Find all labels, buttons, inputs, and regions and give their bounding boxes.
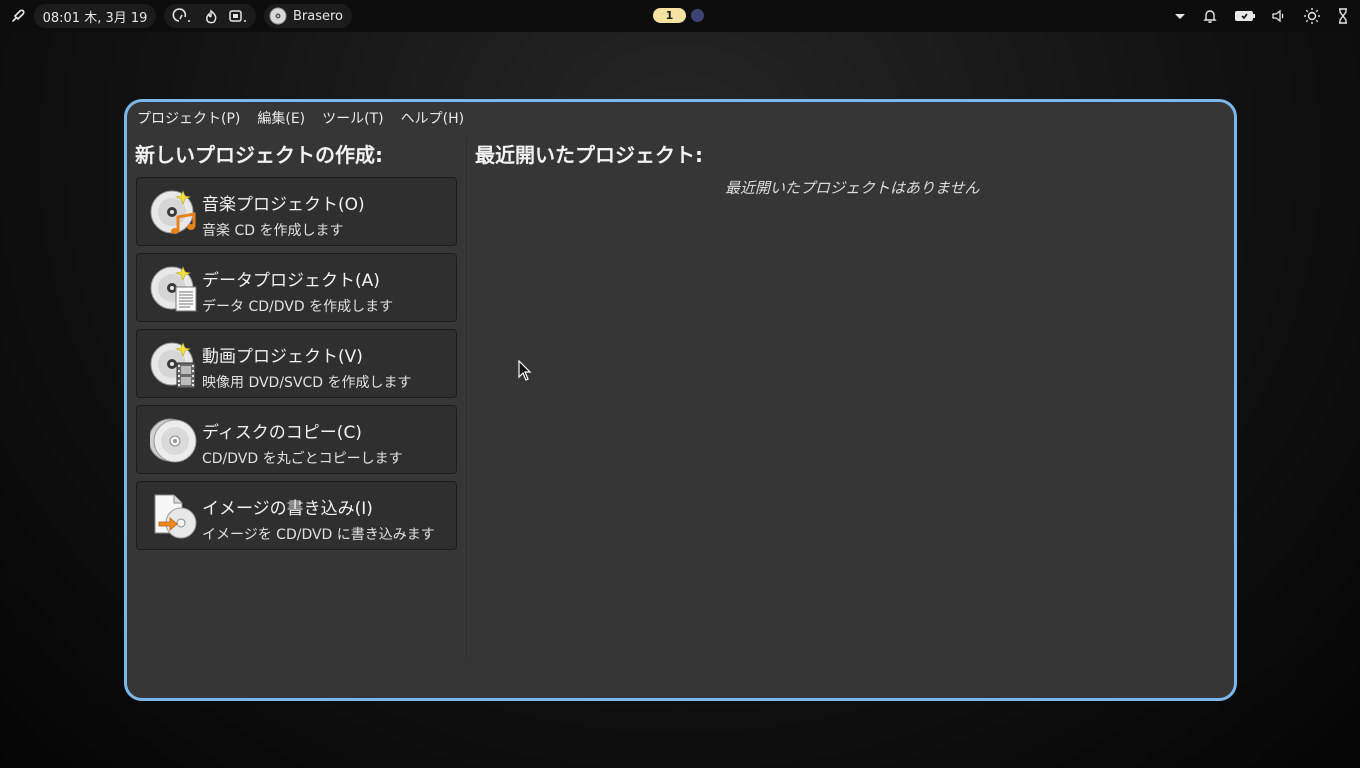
mouse-cursor-icon xyxy=(518,359,532,386)
dropdown-icon[interactable] xyxy=(1169,5,1191,27)
video-project-title: 動画プロジェクト(V) xyxy=(202,347,363,367)
power-icon[interactable] xyxy=(1332,5,1354,27)
audio-project-button[interactable]: 音楽プロジェクト(O) 音楽 CD を作成します xyxy=(136,177,457,246)
clock[interactable]: 08:01 木, 3月 19 xyxy=(34,4,156,28)
brasero-window: プロジェクト(P) 編集(E) ツール(T) ヘルプ(H) 新しいプロジェクトの… xyxy=(124,99,1237,701)
menu-project[interactable]: プロジェクト(P) xyxy=(128,105,248,131)
recent-projects-empty: 最近開いたプロジェクトはありません xyxy=(725,179,980,197)
workspace-1[interactable]: 1 xyxy=(653,8,686,23)
video-disc-icon xyxy=(150,341,198,389)
battery-icon[interactable] xyxy=(1233,5,1257,27)
video-project-subtitle: 映像用 DVD/SVCD を作成します xyxy=(202,375,412,391)
system-monitor[interactable] xyxy=(164,4,256,28)
menu-edit[interactable]: 編集(E) xyxy=(248,105,313,131)
burn-image-subtitle: イメージを CD/DVD に書き込みます xyxy=(202,527,435,543)
launcher-icon[interactable] xyxy=(7,5,29,27)
memory-icon xyxy=(229,10,246,22)
disc-copy-button[interactable]: ディスクのコピー(C) CD/DVD を丸ごとコピーします xyxy=(136,405,457,474)
disc-copy-title: ディスクのコピー(C) xyxy=(202,423,362,443)
burn-image-button[interactable]: イメージの書き込み(I) イメージを CD/DVD に書き込みます xyxy=(136,481,457,550)
disc-copy-icon xyxy=(148,417,198,465)
menu-tools[interactable]: ツール(T) xyxy=(313,105,391,131)
active-app[interactable]: Brasero xyxy=(264,4,352,28)
recent-projects-heading: 最近開いたプロジェクト: xyxy=(475,143,703,167)
cpu-gauge-icon xyxy=(172,8,190,22)
data-project-subtitle: データ CD/DVD を作成します xyxy=(202,299,394,315)
disc-app-icon xyxy=(269,7,287,25)
pane-divider[interactable] xyxy=(466,138,467,658)
burn-image-title: イメージの書き込み(I) xyxy=(202,499,373,519)
video-project-button[interactable]: 動画プロジェクト(V) 映像用 DVD/SVCD を作成します xyxy=(136,329,457,398)
clock-text: 08:01 木, 3月 19 xyxy=(42,10,148,26)
volume-icon[interactable] xyxy=(1268,5,1290,27)
data-project-title: データプロジェクト(A) xyxy=(202,271,380,291)
audio-project-subtitle: 音楽 CD を作成します xyxy=(202,223,344,239)
burn-image-icon xyxy=(150,493,198,541)
temperature-icon xyxy=(206,9,217,24)
top-bar: 08:01 木, 3月 19 Brasero 1 xyxy=(0,0,1360,32)
menu-bar: プロジェクト(P) 編集(E) ツール(T) ヘルプ(H) xyxy=(127,105,1234,131)
brightness-icon[interactable] xyxy=(1301,5,1323,27)
data-project-button[interactable]: データプロジェクト(A) データ CD/DVD を作成します xyxy=(136,253,457,322)
data-disc-icon xyxy=(150,265,198,313)
active-app-name: Brasero xyxy=(293,8,344,24)
menu-help[interactable]: ヘルプ(H) xyxy=(392,105,472,131)
bell-icon[interactable] xyxy=(1199,5,1221,27)
audio-project-title: 音楽プロジェクト(O) xyxy=(202,195,365,215)
workspace-2[interactable] xyxy=(691,9,704,22)
system-monitor-icons xyxy=(172,8,246,24)
audio-disc-icon xyxy=(150,189,198,237)
disc-copy-subtitle: CD/DVD を丸ごとコピーします xyxy=(202,451,403,467)
new-project-heading: 新しいプロジェクトの作成: xyxy=(135,143,383,167)
